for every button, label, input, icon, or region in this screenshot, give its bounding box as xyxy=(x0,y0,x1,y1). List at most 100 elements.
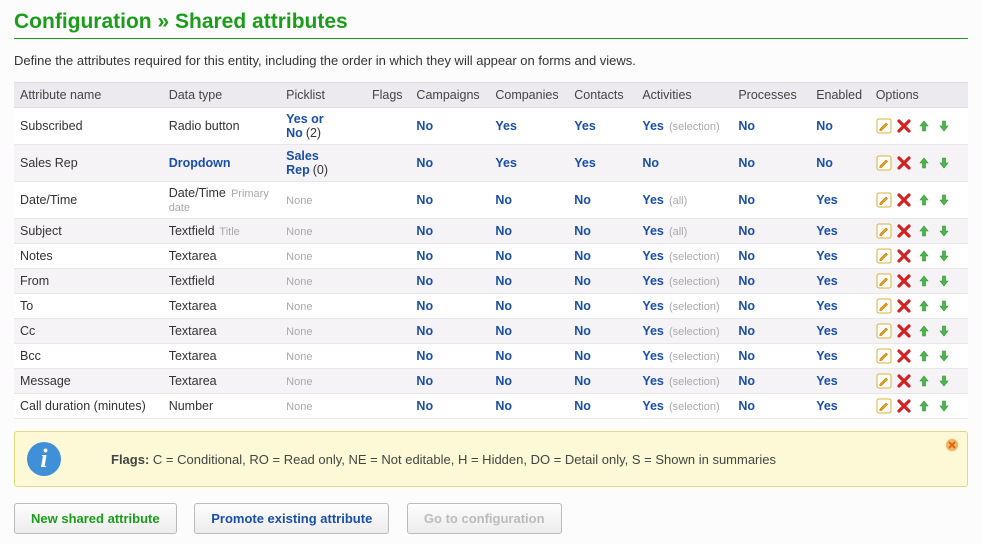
attr-name[interactable]: From xyxy=(14,269,163,294)
edit-icon[interactable] xyxy=(876,223,892,239)
move-up-icon[interactable] xyxy=(916,298,932,314)
attr-campaigns[interactable]: No xyxy=(410,394,489,419)
edit-icon[interactable] xyxy=(876,248,892,264)
attr-name[interactable]: Bcc xyxy=(14,344,163,369)
attr-companies[interactable]: Yes xyxy=(489,145,568,182)
attr-contacts[interactable]: No xyxy=(568,182,636,219)
col-picklist[interactable]: Picklist xyxy=(280,83,366,108)
edit-icon[interactable] xyxy=(876,348,892,364)
attr-name[interactable]: Date/Time xyxy=(14,182,163,219)
move-up-icon[interactable] xyxy=(916,323,932,339)
attr-enabled[interactable]: Yes xyxy=(810,269,870,294)
delete-icon[interactable] xyxy=(896,223,912,239)
attr-activities[interactable]: Yes (selection) xyxy=(636,369,732,394)
attr-enabled[interactable]: No xyxy=(810,108,870,145)
attr-name[interactable]: Subject xyxy=(14,219,163,244)
breadcrumb-root[interactable]: Configuration xyxy=(14,10,152,33)
attr-campaigns[interactable]: No xyxy=(410,344,489,369)
attr-enabled[interactable]: Yes xyxy=(810,344,870,369)
move-up-icon[interactable] xyxy=(916,155,932,171)
attr-companies[interactable]: No xyxy=(489,294,568,319)
attr-campaigns[interactable]: No xyxy=(410,182,489,219)
attr-activities[interactable]: Yes (selection) xyxy=(636,394,732,419)
delete-icon[interactable] xyxy=(896,298,912,314)
attr-processes[interactable]: No xyxy=(732,319,810,344)
edit-icon[interactable] xyxy=(876,398,892,414)
attr-enabled[interactable]: Yes xyxy=(810,369,870,394)
attr-contacts[interactable]: Yes xyxy=(568,145,636,182)
col-flags[interactable]: Flags xyxy=(366,83,410,108)
edit-icon[interactable] xyxy=(876,273,892,289)
attr-companies[interactable]: No xyxy=(489,344,568,369)
move-down-icon[interactable] xyxy=(936,398,952,414)
attr-processes[interactable]: No xyxy=(732,369,810,394)
edit-icon[interactable] xyxy=(876,118,892,134)
attr-enabled[interactable]: Yes xyxy=(810,394,870,419)
col-processes[interactable]: Processes xyxy=(732,83,810,108)
new-shared-attribute-button[interactable]: New shared attribute xyxy=(14,503,177,534)
attr-contacts[interactable]: No xyxy=(568,244,636,269)
attr-datatype[interactable]: Dropdown xyxy=(163,145,280,182)
attr-campaigns[interactable]: No xyxy=(410,369,489,394)
attr-activities[interactable]: Yes (selection) xyxy=(636,344,732,369)
attr-campaigns[interactable]: No xyxy=(410,319,489,344)
col-enabled[interactable]: Enabled xyxy=(810,83,870,108)
attr-companies[interactable]: No xyxy=(489,219,568,244)
move-down-icon[interactable] xyxy=(936,223,952,239)
attr-activities[interactable]: No xyxy=(636,145,732,182)
attr-activities[interactable]: Yes (all) xyxy=(636,219,732,244)
move-up-icon[interactable] xyxy=(916,398,932,414)
attr-enabled[interactable]: Yes xyxy=(810,244,870,269)
move-down-icon[interactable] xyxy=(936,298,952,314)
attr-companies[interactable]: No xyxy=(489,394,568,419)
delete-icon[interactable] xyxy=(896,323,912,339)
delete-icon[interactable] xyxy=(896,248,912,264)
attr-processes[interactable]: No xyxy=(732,108,810,145)
edit-icon[interactable] xyxy=(876,298,892,314)
edit-icon[interactable] xyxy=(876,323,892,339)
attr-enabled[interactable]: No xyxy=(810,145,870,182)
move-down-icon[interactable] xyxy=(936,118,952,134)
edit-icon[interactable] xyxy=(876,373,892,389)
attr-contacts[interactable]: No xyxy=(568,269,636,294)
promote-existing-attribute-button[interactable]: Promote existing attribute xyxy=(194,503,389,534)
attr-enabled[interactable]: Yes xyxy=(810,294,870,319)
attr-enabled[interactable]: Yes xyxy=(810,219,870,244)
attr-processes[interactable]: No xyxy=(732,269,810,294)
col-campaigns[interactable]: Campaigns xyxy=(410,83,489,108)
attr-companies[interactable]: No xyxy=(489,269,568,294)
col-datatype[interactable]: Data type xyxy=(163,83,280,108)
attr-contacts[interactable]: No xyxy=(568,219,636,244)
move-up-icon[interactable] xyxy=(916,273,932,289)
attr-campaigns[interactable]: No xyxy=(410,269,489,294)
attr-companies[interactable]: No xyxy=(489,319,568,344)
move-up-icon[interactable] xyxy=(916,348,932,364)
attr-campaigns[interactable]: No xyxy=(410,108,489,145)
col-companies[interactable]: Companies xyxy=(489,83,568,108)
edit-icon[interactable] xyxy=(876,192,892,208)
move-down-icon[interactable] xyxy=(936,373,952,389)
col-activities[interactable]: Activities xyxy=(636,83,732,108)
attr-name[interactable]: Message xyxy=(14,369,163,394)
attr-processes[interactable]: No xyxy=(732,344,810,369)
attr-campaigns[interactable]: No xyxy=(410,294,489,319)
delete-icon[interactable] xyxy=(896,118,912,134)
delete-icon[interactable] xyxy=(896,398,912,414)
move-down-icon[interactable] xyxy=(936,248,952,264)
attr-activities[interactable]: Yes (selection) xyxy=(636,108,732,145)
attr-processes[interactable]: No xyxy=(732,145,810,182)
close-icon[interactable] xyxy=(945,438,959,452)
attr-processes[interactable]: No xyxy=(732,244,810,269)
attr-processes[interactable]: No xyxy=(732,294,810,319)
attr-name[interactable]: Sales Rep xyxy=(14,145,163,182)
col-contacts[interactable]: Contacts xyxy=(568,83,636,108)
attr-processes[interactable]: No xyxy=(732,219,810,244)
delete-icon[interactable] xyxy=(896,155,912,171)
delete-icon[interactable] xyxy=(896,348,912,364)
attr-contacts[interactable]: No xyxy=(568,344,636,369)
attr-name[interactable]: Notes xyxy=(14,244,163,269)
attr-campaigns[interactable]: No xyxy=(410,145,489,182)
attr-companies[interactable]: No xyxy=(489,369,568,394)
move-up-icon[interactable] xyxy=(916,248,932,264)
attr-activities[interactable]: Yes (selection) xyxy=(636,244,732,269)
